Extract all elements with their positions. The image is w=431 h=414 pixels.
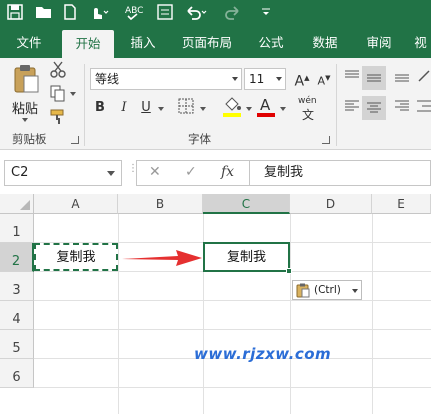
italic-button[interactable]: I xyxy=(114,98,134,118)
underline-button[interactable]: U xyxy=(136,98,156,118)
chevron-down-icon xyxy=(276,77,282,81)
borders-icon[interactable] xyxy=(176,98,196,118)
formula-bar-row: C2 ⋮ ✕ ✓ fx 复制我 xyxy=(0,150,431,194)
fill-color-icon[interactable] xyxy=(222,96,242,117)
clipboard-icon xyxy=(296,283,310,298)
watermark-text: www.rjzxw.com xyxy=(194,345,332,363)
align-left-icon[interactable] xyxy=(342,98,362,118)
bold-button[interactable]: B xyxy=(90,98,110,118)
open-folder-icon[interactable] xyxy=(34,3,54,23)
insert-function-icon[interactable]: fx xyxy=(221,164,234,180)
formula-input[interactable]: 复制我 xyxy=(249,160,431,186)
paste-icon xyxy=(12,64,40,97)
font-name-value: 等线 xyxy=(95,72,120,86)
align-middle-icon[interactable] xyxy=(362,66,386,90)
save-icon[interactable] xyxy=(6,3,26,23)
align-right-icon[interactable] xyxy=(392,98,412,118)
font-color-bar xyxy=(257,113,275,117)
cut-icon[interactable] xyxy=(48,60,68,80)
tab-page-layout[interactable]: 页面布局 xyxy=(172,26,242,58)
customize-qat-icon[interactable] xyxy=(260,3,280,23)
redo-icon[interactable] xyxy=(222,3,242,23)
column-header-d[interactable]: D xyxy=(290,194,372,214)
align-center-icon[interactable] xyxy=(362,96,386,120)
formula-buttons: ✕ ✓ fx xyxy=(136,160,249,186)
phonetic-guide-button[interactable]: wén 文 xyxy=(296,96,324,122)
tab-insert[interactable]: 插入 xyxy=(120,26,166,58)
row-header-6[interactable]: 6 xyxy=(0,359,34,388)
enter-icon[interactable]: ✓ xyxy=(185,164,197,180)
name-box[interactable]: C2 xyxy=(4,160,122,186)
spelling-check-icon[interactable]: ABC xyxy=(124,3,144,23)
worksheet-grid: A B C D E 1 2 3 4 5 6 复制我 复制我 (Ctrl) www… xyxy=(0,194,431,414)
select-all-corner[interactable] xyxy=(0,194,34,214)
arrow-icon xyxy=(122,250,202,266)
svg-text:ABC: ABC xyxy=(125,6,143,16)
paste-options-label: (Ctrl) xyxy=(314,284,341,296)
column-header-a[interactable]: A xyxy=(34,194,118,214)
column-header-e[interactable]: E xyxy=(372,194,431,214)
chevron-down-icon xyxy=(107,171,115,176)
fill-handle[interactable] xyxy=(286,268,292,274)
row-header-5[interactable]: 5 xyxy=(0,330,34,359)
phonetic-wen-sub: 文 xyxy=(302,108,315,122)
clipboard-launcher-icon[interactable] xyxy=(71,136,79,144)
ribbon-tab-bar: 文件 开始 插入 页面布局 公式 数据 审阅 视 xyxy=(0,26,431,58)
orientation-icon[interactable] xyxy=(414,68,431,88)
chevron-down-icon xyxy=(232,77,238,81)
decrease-font-size-icon[interactable]: A▼ xyxy=(314,68,334,88)
tab-file[interactable]: 文件 xyxy=(6,26,52,58)
paste-label: 粘贴 xyxy=(12,102,39,117)
font-name-combo[interactable]: 等线 xyxy=(90,68,242,90)
cell-a2-copied[interactable]: 复制我 xyxy=(34,243,118,271)
paste-options-button[interactable]: (Ctrl) xyxy=(292,280,362,300)
new-file-icon[interactable] xyxy=(62,3,82,23)
row-header-4[interactable]: 4 xyxy=(0,301,34,330)
tab-view[interactable]: 视 xyxy=(410,26,431,58)
cancel-icon[interactable]: ✕ xyxy=(149,164,161,180)
increase-font-size-icon[interactable]: A▲ xyxy=(292,68,312,90)
tab-review[interactable]: 审阅 xyxy=(356,26,402,58)
font-size-value: 11 xyxy=(249,72,265,86)
name-box-value: C2 xyxy=(11,165,29,180)
ribbon: 粘贴 剪贴板 等线 11 A▲ A▼ B I U A wén 文 字体 xyxy=(0,58,431,150)
column-header-c[interactable]: C xyxy=(203,194,290,214)
font-color-glyph: A xyxy=(260,96,271,114)
undo-icon[interactable] xyxy=(184,3,207,23)
align-bottom-icon[interactable] xyxy=(392,68,412,88)
copy-icon[interactable] xyxy=(48,84,68,104)
font-color-button[interactable]: A xyxy=(256,96,276,118)
row-header-1[interactable]: 1 xyxy=(0,214,34,243)
align-top-icon[interactable] xyxy=(342,68,362,88)
phonetic-wen: wén xyxy=(298,96,317,106)
row-header-3[interactable]: 3 xyxy=(0,272,34,301)
form-icon[interactable] xyxy=(156,3,176,23)
font-size-combo[interactable]: 11 xyxy=(244,68,286,90)
cell-c2-selected[interactable]: 复制我 xyxy=(203,242,292,274)
font-launcher-icon[interactable] xyxy=(322,136,330,144)
row-header-2[interactable]: 2 xyxy=(0,243,34,272)
tab-formulas[interactable]: 公式 xyxy=(248,26,294,58)
indent-icon[interactable] xyxy=(414,98,431,118)
quick-access-toolbar: ABC xyxy=(0,0,431,26)
cell-c2-value: 复制我 xyxy=(226,250,266,265)
font-group-label: 字体 xyxy=(188,132,211,146)
tab-data[interactable]: 数据 xyxy=(302,26,348,58)
format-painter-icon[interactable] xyxy=(48,108,68,128)
clipboard-group-label: 剪贴板 xyxy=(12,132,47,146)
paste-button[interactable]: 粘贴 xyxy=(8,64,44,122)
column-header-b[interactable]: B xyxy=(118,194,203,214)
chevron-down-icon xyxy=(352,289,358,293)
touch-mode-icon[interactable] xyxy=(88,3,109,23)
tab-home[interactable]: 开始 xyxy=(62,30,114,58)
